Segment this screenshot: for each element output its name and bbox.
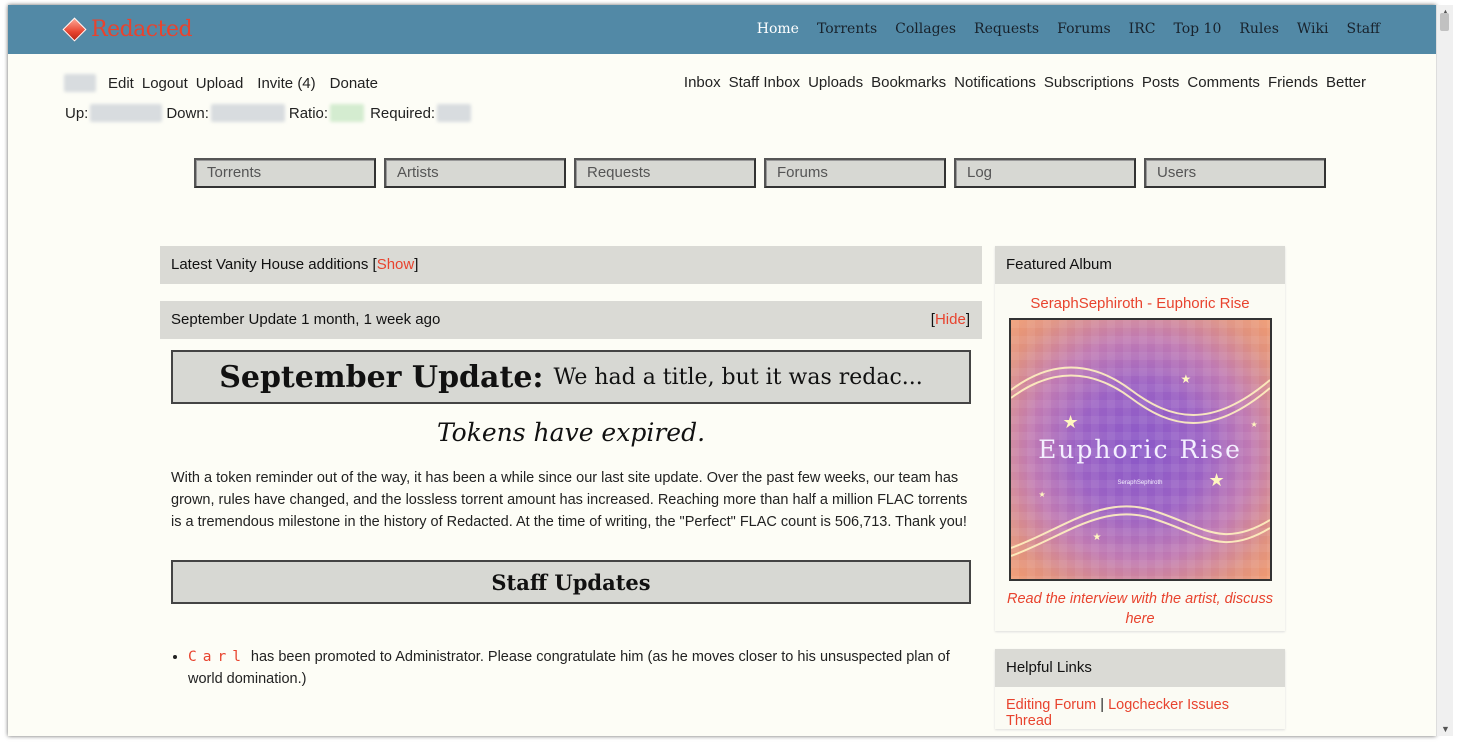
logo-text: Redacted [91, 17, 193, 42]
album-cover-artist: SeraphSephiroth [1117, 480, 1163, 486]
user-stats: Up: Down: Ratio: Required: [65, 104, 472, 122]
article-title-box: September Update: We had a title, but it… [171, 350, 971, 404]
helpful-links: Editing Forum | Logchecker Issues Thread [995, 687, 1285, 729]
better-link[interactable]: Better [1326, 74, 1366, 91]
user-link-carl[interactable]: Carl [188, 649, 247, 665]
user-links: Inbox Staff Inbox Uploads Bookmarks Noti… [684, 74, 1366, 91]
staff-updates-heading: Staff Updates [171, 560, 971, 604]
vanity-bracket: ] [414, 256, 419, 273]
tokens-notice: Tokens have expired. [436, 418, 706, 447]
staff-inbox-link[interactable]: Staff Inbox [729, 74, 800, 91]
article-subtitle: We had a title, but it was redac... [553, 364, 923, 390]
staff-updates-list: Carlhas been promoted to Administrator. … [171, 646, 971, 690]
up-value-redacted [90, 104, 163, 122]
down-value-redacted [210, 104, 285, 122]
site-logo[interactable]: Redacted [62, 17, 193, 42]
upload-link[interactable]: Upload [196, 75, 244, 92]
nav-forums[interactable]: Forums [1057, 21, 1111, 37]
nav-staff[interactable]: Staff [1346, 21, 1380, 37]
invite-link[interactable]: Invite (4) [257, 75, 315, 92]
featured-caption-link[interactable]: Read the interview with the artist, disc… [1003, 589, 1277, 631]
news-article: September Update: We had a title, but it… [160, 339, 982, 690]
main-column: Latest Vanity House additions [Show] Sep… [160, 246, 982, 705]
posts-link[interactable]: Posts [1142, 74, 1180, 91]
star-icon: ★ [1250, 420, 1258, 429]
featured-album-header: Featured Album [995, 246, 1285, 284]
browser-viewport: Redacted Home Torrents Collages Requests… [8, 5, 1436, 736]
news-hide-link[interactable]: Hide [935, 311, 966, 328]
album-cover[interactable]: ★ ★ ★ ★ ★ ★ Euphoric Rise SeraphSephirot… [1008, 318, 1272, 581]
featured-album-link[interactable]: SeraphSephiroth - Euphoric Rise [995, 295, 1285, 312]
up-label: Up: [65, 104, 89, 122]
edit-link[interactable]: Edit [108, 75, 134, 92]
vertical-scrollbar[interactable]: ▲ ▼ [1436, 5, 1453, 736]
nav-wiki[interactable]: Wiki [1297, 21, 1329, 37]
sidebar: Featured Album SeraphSephiroth - Euphori… [995, 246, 1285, 729]
ratio-value-redacted [330, 104, 365, 122]
helpful-links-box: Helpful Links Editing Forum | Logchecker… [995, 649, 1285, 729]
search-users-input[interactable]: Users [1144, 158, 1326, 188]
donate-link[interactable]: Donate [330, 75, 378, 92]
nav-top10[interactable]: Top 10 [1173, 21, 1221, 37]
list-item: Carlhas been promoted to Administrator. … [188, 646, 971, 690]
top-bar: Redacted Home Torrents Collages Requests… [8, 5, 1436, 54]
comments-link[interactable]: Comments [1187, 74, 1260, 91]
down-label: Down: [166, 104, 209, 122]
star-icon: ★ [1180, 372, 1192, 386]
nav-home[interactable]: Home [757, 21, 799, 37]
vanity-house-header: Latest Vanity House additions [Show] [160, 246, 982, 284]
required-value-redacted [437, 104, 472, 122]
news-title: September Update 1 month, 1 week ago [171, 311, 441, 328]
editing-forum-link[interactable]: Editing Forum [1006, 697, 1096, 713]
vanity-show-link[interactable]: Show [377, 256, 415, 273]
nav-collages[interactable]: Collages [895, 21, 956, 37]
required-label: Required: [370, 104, 436, 122]
main-nav: Home Torrents Collages Requests Forums I… [757, 21, 1380, 37]
featured-album-box: Featured Album SeraphSephiroth - Euphori… [995, 246, 1285, 631]
user-menu: Edit Logout Upload Invite (4) Donate [64, 74, 378, 92]
nav-rules[interactable]: Rules [1239, 21, 1279, 37]
search-torrents-input[interactable]: Torrents [194, 158, 376, 188]
article-title: September Update: [219, 359, 544, 395]
logo-gem-icon [62, 17, 87, 42]
search-forums-input[interactable]: Forums [764, 158, 946, 188]
ratio-label: Ratio: [288, 104, 329, 122]
news-header: September Update 1 month, 1 week ago [Hi… [160, 301, 982, 339]
search-artists-input[interactable]: Artists [384, 158, 566, 188]
uploads-link[interactable]: Uploads [808, 74, 863, 91]
scroll-thumb[interactable] [1440, 13, 1449, 31]
star-icon: ★ [1038, 490, 1046, 499]
username-redacted[interactable] [64, 74, 96, 92]
star-icon: ★ [1092, 532, 1102, 543]
nav-requests[interactable]: Requests [974, 21, 1039, 37]
article-paragraph: With a token reminder out of the way, it… [171, 470, 968, 530]
nav-irc[interactable]: IRC [1129, 21, 1156, 37]
vanity-house-label: Latest Vanity House additions [ [171, 256, 377, 273]
album-cover-title: Euphoric Rise [1038, 435, 1242, 464]
subscriptions-link[interactable]: Subscriptions [1044, 74, 1134, 91]
bookmarks-link[interactable]: Bookmarks [871, 74, 946, 91]
inbox-link[interactable]: Inbox [684, 74, 721, 91]
search-bars: Torrents Artists Requests Forums Log Use… [194, 158, 1326, 188]
notifications-link[interactable]: Notifications [954, 74, 1036, 91]
link-separator: | [1096, 697, 1109, 713]
friends-link[interactable]: Friends [1268, 74, 1318, 91]
search-requests-input[interactable]: Requests [574, 158, 756, 188]
bullet-text: has been promoted to Administrator. Plea… [188, 649, 950, 687]
helpful-links-header: Helpful Links [995, 649, 1285, 687]
search-log-input[interactable]: Log [954, 158, 1136, 188]
nav-torrents[interactable]: Torrents [817, 21, 877, 37]
logout-link[interactable]: Logout [142, 75, 188, 92]
news-hide: [Hide] [931, 301, 970, 339]
scroll-down-icon[interactable]: ▼ [1441, 724, 1450, 734]
star-icon: ★ [1062, 412, 1079, 432]
hide-bracket-close: ] [965, 311, 970, 328]
